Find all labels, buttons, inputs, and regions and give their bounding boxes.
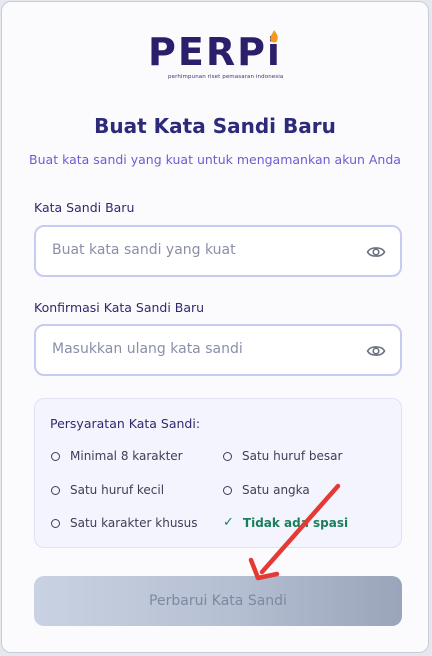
page-title: Buat Kata Sandi Baru — [94, 114, 336, 138]
new-password-label: Kata Sandi Baru — [34, 200, 135, 215]
update-password-button[interactable]: Perbarui Kata Sandi — [34, 576, 402, 626]
password-requirements: Persyaratan Kata Sandi: Minimal 8 karakt… — [34, 398, 402, 548]
requirement-label: Satu angka — [242, 483, 310, 497]
unchecked-circle-icon — [51, 518, 60, 528]
requirement-no-spaces: ✓ Tidak ada spasi — [223, 515, 348, 530]
unchecked-circle-icon — [51, 451, 60, 461]
logo-tagline: perhimpunan riset pemasaran indonesia — [168, 74, 284, 80]
confirm-password-label: Konfirmasi Kata Sandi Baru — [34, 300, 205, 315]
logo-text: PERPi — [148, 30, 282, 74]
eye-icon[interactable] — [366, 341, 386, 361]
password-card: PERPi perhimpunan riset pemasaran indone… — [1, 1, 429, 653]
new-password-input[interactable]: Buat kata sandi yang kuat — [34, 225, 402, 277]
requirement-label: Satu huruf besar — [242, 449, 343, 463]
requirement-special-char: Satu karakter khusus — [51, 516, 198, 530]
requirements-title: Persyaratan Kata Sandi: — [50, 416, 201, 431]
unchecked-circle-icon — [223, 451, 232, 461]
eye-icon[interactable] — [366, 242, 386, 262]
requirement-label: Minimal 8 karakter — [70, 449, 183, 463]
page-subtitle: Buat kata sandi yang kuat untuk mengaman… — [29, 152, 401, 167]
requirement-number: Satu angka — [223, 483, 310, 497]
confirm-password-placeholder: Masukkan ulang kata sandi — [52, 341, 243, 357]
requirement-label: Tidak ada spasi — [242, 515, 349, 530]
requirement-label: Satu huruf kecil — [70, 483, 165, 497]
flame-icon — [270, 30, 278, 43]
unchecked-circle-icon — [223, 485, 232, 495]
requirement-lowercase: Satu huruf kecil — [51, 483, 164, 497]
requirement-uppercase: Satu huruf besar — [223, 449, 342, 463]
requirement-label: Satu karakter khusus — [70, 516, 198, 530]
confirm-password-input[interactable]: Masukkan ulang kata sandi — [34, 324, 402, 376]
checkmark-icon: ✓ — [223, 515, 234, 530]
new-password-placeholder: Buat kata sandi yang kuat — [52, 242, 236, 258]
requirement-min-length: Minimal 8 karakter — [51, 449, 183, 463]
logo: PERPi perhimpunan riset pemasaran indone… — [2, 30, 428, 80]
unchecked-circle-icon — [51, 485, 60, 495]
